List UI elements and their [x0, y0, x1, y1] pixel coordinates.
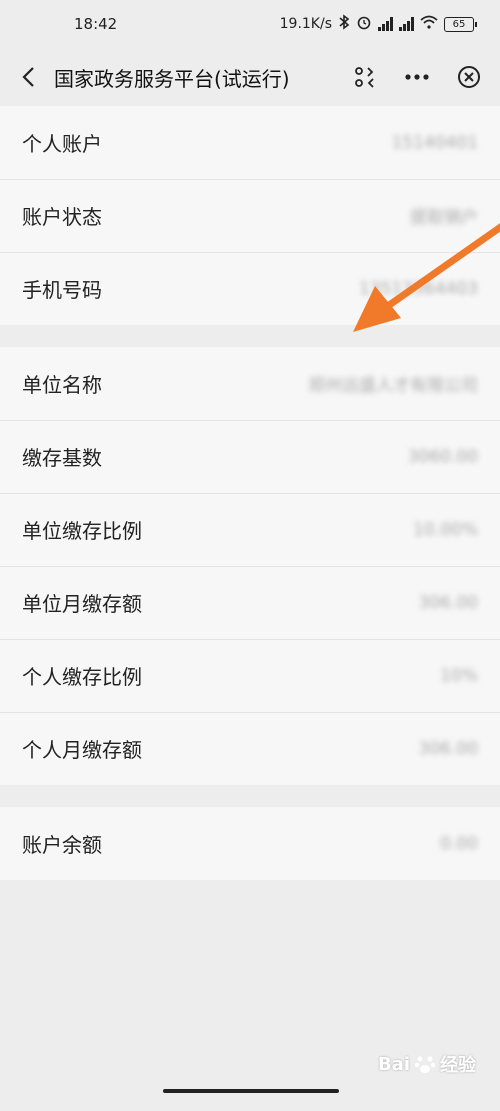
- row-label: 手机号码: [22, 278, 102, 302]
- row-value: 10%: [440, 665, 478, 686]
- list-item: 个人账户 15140401: [0, 106, 500, 179]
- row-label: 账户余额: [22, 833, 102, 857]
- back-icon[interactable]: [14, 63, 42, 91]
- nav-actions: [350, 62, 484, 92]
- row-label: 个人月缴存额: [22, 738, 142, 762]
- row-label: 单位月缴存额: [22, 592, 142, 616]
- wifi-icon: [420, 15, 438, 33]
- watermark-suffix: 经验: [440, 1055, 476, 1076]
- baidu-watermark: Bai 经验: [378, 1051, 476, 1077]
- list-item: 单位名称 郑州远盛人才有限公司: [0, 347, 500, 420]
- status-icons: 19.1K/s 65: [279, 14, 477, 34]
- list-item: 个人月缴存额 306.00: [0, 712, 500, 785]
- row-value: 306.00: [418, 592, 478, 613]
- row-value: 郑州远盛人才有限公司: [308, 376, 478, 396]
- row-label: 单位名称: [22, 373, 102, 397]
- row-value: 10.00%: [413, 519, 478, 540]
- list-item: 单位缴存比例 10.00%: [0, 493, 500, 566]
- paw-icon: [414, 1056, 436, 1073]
- row-label: 个人缴存比例: [22, 665, 142, 689]
- row-value: 3060.00: [407, 446, 478, 467]
- annotation-arrow-icon: [353, 223, 500, 332]
- scan-icon[interactable]: [350, 62, 380, 92]
- list-item: 单位月缴存额 306.00: [0, 566, 500, 639]
- more-icon[interactable]: [402, 62, 432, 92]
- page-title: 国家政务服务平台(试运行): [54, 66, 290, 91]
- list-item: 缴存基数 3060.00: [0, 420, 500, 493]
- watermark-text: Bai: [377, 1053, 410, 1075]
- close-icon[interactable]: [454, 62, 484, 92]
- status-bar: 18:42 19.1K/s 65: [0, 0, 500, 48]
- account-info-group-3: 账户余额 0.00: [0, 807, 500, 880]
- account-info-group-2: 单位名称 郑州远盛人才有限公司 缴存基数 3060.00 单位缴存比例 10.0…: [0, 347, 500, 785]
- home-indicator[interactable]: [163, 1089, 339, 1093]
- row-label: 个人账户: [22, 132, 102, 156]
- nav-bar: 国家政务服务平台(试运行): [0, 48, 500, 106]
- row-label: 缴存基数: [22, 446, 102, 470]
- row-label: 单位缴存比例: [22, 519, 142, 543]
- row-value: 0.00: [440, 833, 478, 854]
- net-speed: 19.1K/s: [279, 16, 332, 32]
- alarm-icon: [356, 14, 372, 34]
- row-value: 15140401: [391, 132, 478, 153]
- row-value: 306.00: [418, 738, 478, 759]
- list-item: 账户余额 0.00: [0, 807, 500, 880]
- bluetooth-icon: [338, 14, 350, 34]
- signal-2-icon: [399, 17, 414, 31]
- list-item: 个人缴存比例 10%: [0, 639, 500, 712]
- row-label: 账户状态: [22, 205, 102, 229]
- status-time: 18:42: [74, 15, 118, 33]
- battery-icon: 65: [444, 16, 477, 32]
- group-divider: [0, 785, 500, 807]
- signal-icon: [378, 17, 393, 31]
